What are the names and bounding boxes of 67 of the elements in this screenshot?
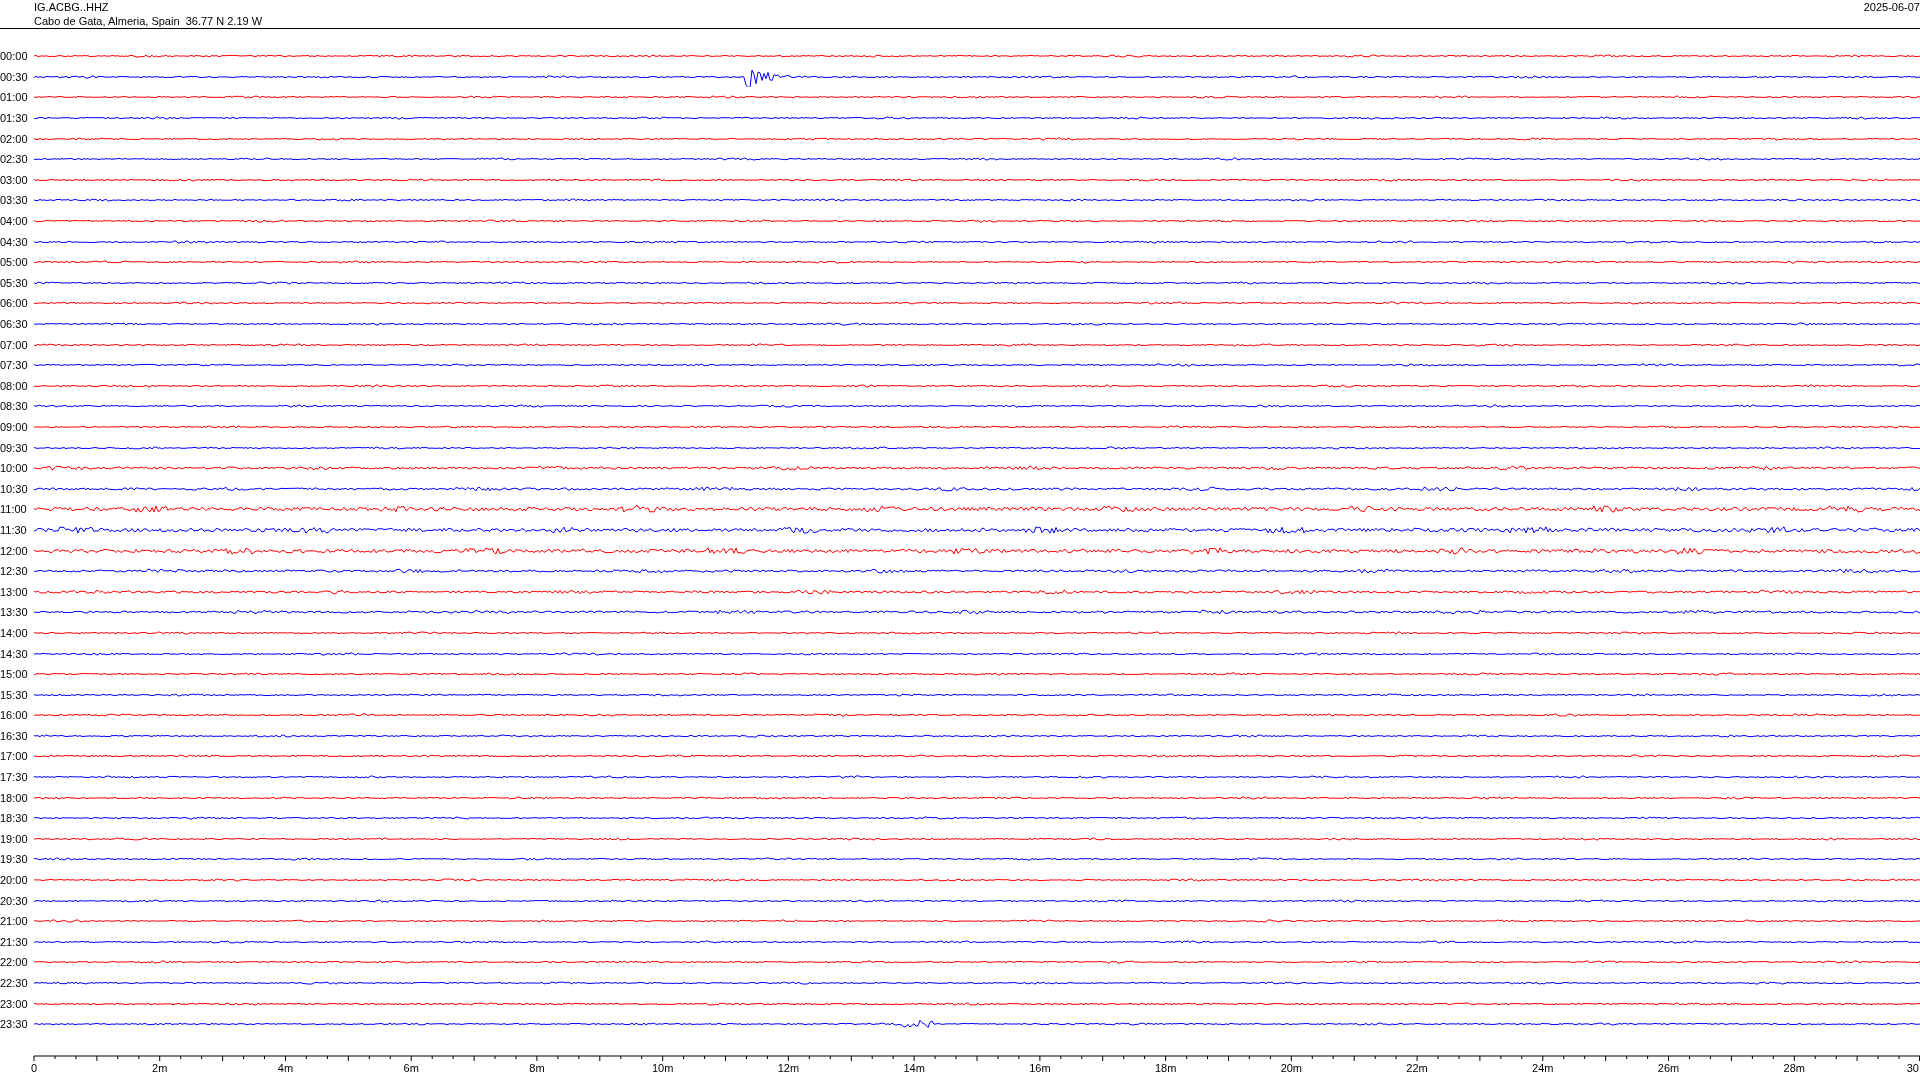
time-label: 23:00 (0, 997, 29, 1010)
time-label: 01:00 (0, 91, 29, 104)
time-label: 20:00 (0, 874, 29, 887)
time-label: 17:30 (0, 771, 29, 784)
time-label: 09:30 (0, 441, 29, 454)
axis-tick-label: 4m (277, 1061, 294, 1074)
time-label: 12:00 (0, 544, 29, 557)
station-location: Cabo de Gata, Almeria, Spain 36.77 N 2.19 W (34, 14, 263, 28)
time-label: 08:00 (0, 379, 29, 392)
time-label: 08:30 (0, 400, 29, 413)
axis-tick-label: 28m (1783, 1061, 1805, 1074)
time-label: 02:30 (0, 153, 29, 166)
axis-tick-label: 22m (1406, 1061, 1428, 1074)
time-label: 23:30 (0, 1018, 29, 1031)
time-label: 10:00 (0, 462, 29, 475)
axis-tick-label: 20m (1280, 1061, 1303, 1074)
time-label: 18:00 (0, 791, 29, 804)
time-label: 04:00 (0, 215, 29, 228)
axis-tick-label: 0 (30, 1061, 38, 1074)
date-label: 2025-06-07 (1863, 0, 1920, 15)
station-code: IG.ACBG..HHZ (34, 0, 110, 14)
time-label: 21:30 (0, 935, 29, 948)
time-label: 18:30 (0, 812, 29, 825)
time-label: 11:00 (0, 503, 28, 516)
time-label: 01:30 (0, 112, 29, 125)
time-label: 10:30 (0, 482, 29, 495)
time-label: 07:30 (0, 359, 29, 372)
time-label: 16:30 (0, 729, 29, 742)
time-label: 22:00 (0, 956, 29, 969)
axis-tick-label: 6m (403, 1061, 419, 1074)
time-label: 12:30 (0, 565, 29, 578)
time-label: 17:00 (0, 750, 29, 763)
time-label: 20:30 (0, 894, 29, 907)
axis-tick-label: 10m (651, 1061, 674, 1074)
time-label: 11:30 (0, 523, 28, 536)
time-label: 06:30 (0, 318, 29, 330)
time-label: 09:00 (0, 421, 29, 433)
time-label: 04:30 (0, 235, 29, 248)
axis-tick-label: 12m (777, 1061, 800, 1074)
time-label: 03:30 (0, 194, 29, 207)
time-label: 00:00 (0, 50, 29, 63)
axis-tick-label: 14m (903, 1061, 925, 1074)
time-label: 21:00 (0, 915, 29, 928)
time-label: 13:30 (0, 606, 29, 619)
time-label: 06:00 (0, 297, 29, 310)
time-label: 03:00 (0, 173, 29, 186)
time-label: 07:00 (0, 338, 29, 351)
time-label: 14:00 (0, 626, 29, 639)
time-label: 22:30 (0, 977, 29, 989)
axis-tick-label: 24m (1532, 1061, 1554, 1074)
time-label: 14:30 (0, 647, 29, 660)
time-label: 19:00 (0, 832, 29, 845)
axis-tick-label: 16m (1029, 1061, 1051, 1074)
time-label: 00:30 (0, 70, 29, 83)
axis-tick-label: 2m (152, 1061, 168, 1074)
time-label: 15:00 (0, 668, 29, 681)
time-label: 19:30 (0, 853, 29, 866)
time-label: 05:00 (0, 256, 29, 269)
time-label: 15:30 (0, 688, 29, 701)
time-label: 13:00 (0, 585, 29, 598)
time-label: 16:00 (0, 709, 29, 722)
time-label: 02:00 (0, 132, 29, 145)
axis-tick-label: 18m (1154, 1061, 1177, 1074)
time-label: 05:30 (0, 276, 29, 289)
axis-tick-label: 26m (1657, 1061, 1680, 1074)
axis-tick-label: 8m (529, 1061, 545, 1074)
axis-tick-label: 30 (1906, 1061, 1919, 1074)
